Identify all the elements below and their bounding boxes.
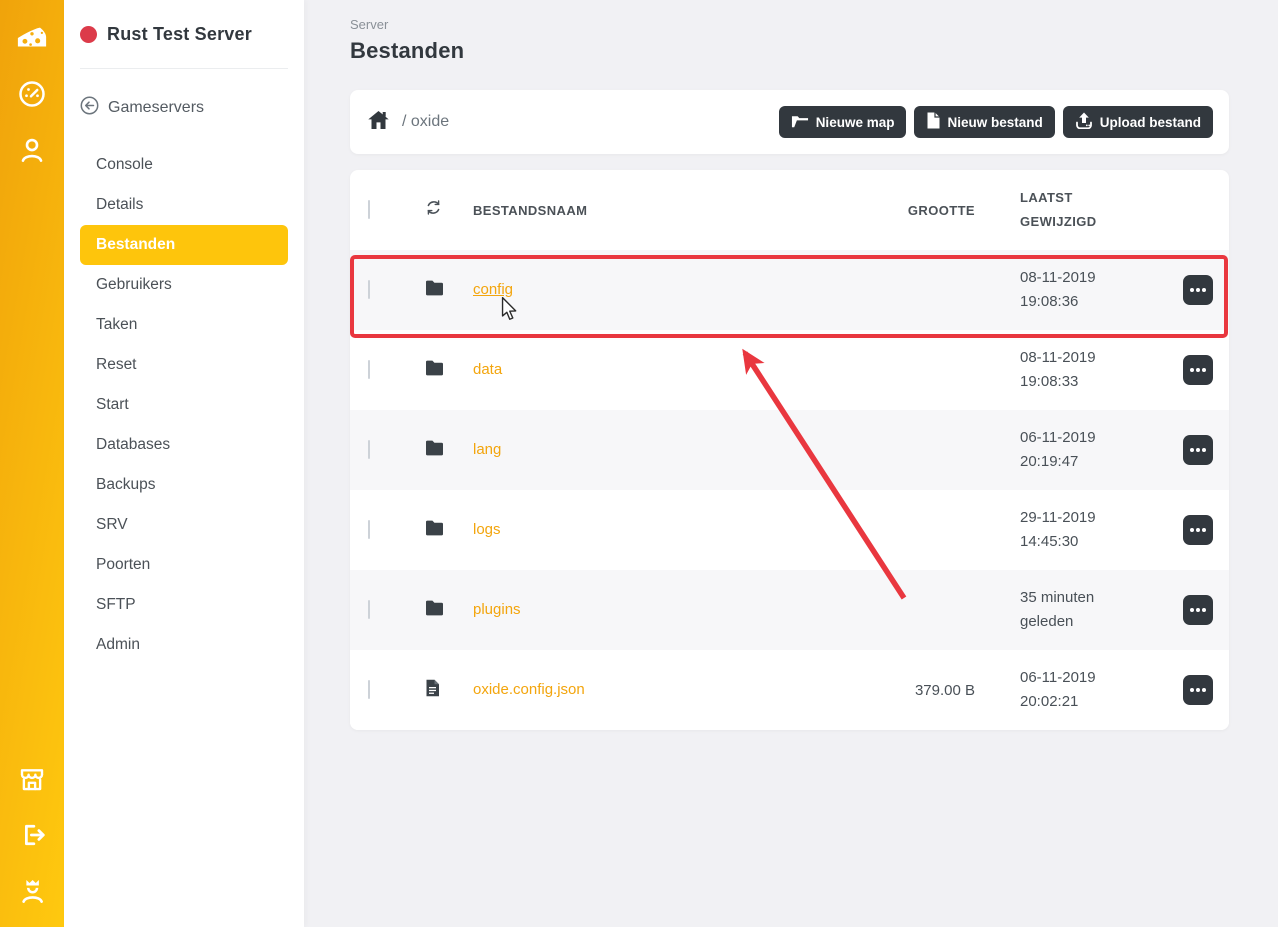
- main-content: Server Bestanden / oxide Nieuwe map Nieu…: [304, 0, 1278, 927]
- table-row-plugins: plugins 35 minuten geleden: [350, 570, 1229, 650]
- server-name: Rust Test Server: [107, 23, 252, 44]
- table-header-row: BESTANDSNAAM GROOTTE LAATST GEWIJZIGD: [350, 170, 1229, 250]
- nav-item-details[interactable]: Details: [80, 185, 288, 225]
- row-checkbox[interactable]: [368, 280, 370, 299]
- file-size: 379.00 B: [914, 681, 975, 699]
- new-file-button[interactable]: Nieuw bestand: [914, 106, 1055, 138]
- file-modified: 08-11-2019 19:08:36: [1020, 269, 1096, 310]
- user-account-icon[interactable]: [16, 134, 48, 166]
- row-checkbox[interactable]: [368, 600, 370, 619]
- row-checkbox[interactable]: [368, 680, 370, 699]
- table-row-config: config 08-11-2019 19:08:36: [350, 250, 1229, 330]
- nav-item-taken[interactable]: Taken: [80, 305, 288, 345]
- admin-user-icon[interactable]: [16, 875, 48, 907]
- row-actions-button[interactable]: [1183, 515, 1213, 545]
- file-table: BESTANDSNAAM GROOTTE LAATST GEWIJZIGD co…: [350, 170, 1229, 730]
- nav-item-sftp[interactable]: SFTP: [80, 585, 288, 625]
- page-title: Bestanden: [350, 38, 465, 63]
- breadcrumb[interactable]: / oxide: [402, 113, 449, 131]
- nav-item-srv[interactable]: SRV: [80, 505, 288, 545]
- page-eyebrow: Server: [350, 17, 389, 32]
- file-link[interactable]: lang: [473, 441, 501, 458]
- nav-item-backups[interactable]: Backups: [80, 465, 288, 505]
- cheese-logo-icon[interactable]: [16, 22, 48, 54]
- server-header: Rust Test Server: [64, 0, 304, 68]
- refresh-icon[interactable]: [425, 199, 473, 221]
- file-modified: 06-11-2019 20:02:21: [1020, 669, 1096, 710]
- sidebar-divider: [80, 68, 288, 69]
- row-actions-button[interactable]: [1183, 355, 1213, 385]
- upload-file-button[interactable]: Upload bestand: [1062, 106, 1213, 138]
- folder-open-icon: [791, 113, 809, 132]
- dashboard-gauge-icon[interactable]: [16, 78, 48, 110]
- row-actions-button[interactable]: [1183, 675, 1213, 705]
- file-modified: 29-11-2019 14:45:30: [1020, 509, 1096, 550]
- folder-icon: [425, 360, 473, 381]
- nav-item-poorten[interactable]: Poorten: [80, 545, 288, 585]
- icon-rail: [0, 0, 64, 927]
- upload-file-label: Upload bestand: [1099, 114, 1201, 130]
- nav-item-gebruikers[interactable]: Gebruikers: [80, 265, 288, 305]
- file-toolbar: / oxide Nieuwe map Nieuw bestand Upload …: [350, 90, 1229, 154]
- row-checkbox[interactable]: [368, 440, 370, 459]
- column-header-modified[interactable]: LAATST GEWIJZIGD: [1020, 186, 1132, 234]
- select-all-checkbox[interactable]: [368, 200, 370, 219]
- nav-item-databases[interactable]: Databases: [80, 425, 288, 465]
- file-link[interactable]: data: [473, 361, 502, 378]
- row-checkbox[interactable]: [368, 360, 370, 379]
- folder-icon: [425, 280, 473, 301]
- file-link[interactable]: config: [473, 281, 513, 298]
- server-nav: Console Details Bestanden Gebruikers Tak…: [64, 145, 304, 665]
- home-icon[interactable]: [366, 108, 391, 137]
- row-actions-button[interactable]: [1183, 275, 1213, 305]
- row-actions-button[interactable]: [1183, 435, 1213, 465]
- table-row-oxide-config-json: oxide.config.json 379.00 B 06-11-2019 20:…: [350, 650, 1229, 730]
- nav-item-start[interactable]: Start: [80, 385, 288, 425]
- file-link[interactable]: plugins: [473, 601, 521, 618]
- column-header-name[interactable]: BESTANDSNAAM: [473, 203, 865, 218]
- file-lines-icon: [425, 679, 473, 702]
- file-icon: [926, 112, 940, 132]
- folder-icon: [425, 440, 473, 461]
- server-status-dot: [80, 25, 97, 43]
- row-checkbox[interactable]: [368, 520, 370, 539]
- upload-icon: [1075, 112, 1093, 132]
- back-to-gameservers-link[interactable]: Gameservers: [80, 96, 288, 120]
- table-row-lang: lang 06-11-2019 20:19:47: [350, 410, 1229, 490]
- nav-item-bestanden[interactable]: Bestanden: [80, 225, 288, 265]
- column-header-size[interactable]: GROOTTE: [865, 203, 975, 218]
- folder-icon: [425, 520, 473, 541]
- new-file-label: Nieuw bestand: [947, 114, 1043, 130]
- file-modified: 06-11-2019 20:19:47: [1020, 429, 1096, 470]
- nav-item-console[interactable]: Console: [80, 145, 288, 185]
- file-link[interactable]: logs: [473, 521, 501, 538]
- nav-item-admin[interactable]: Admin: [80, 625, 288, 665]
- new-folder-label: Nieuwe map: [815, 114, 895, 130]
- server-sidebar: Rust Test Server Gameservers Console Det…: [64, 0, 304, 927]
- folder-icon: [425, 600, 473, 621]
- file-link[interactable]: oxide.config.json: [473, 681, 585, 698]
- new-folder-button[interactable]: Nieuwe map: [778, 106, 907, 138]
- row-actions-button[interactable]: [1183, 595, 1213, 625]
- table-row-logs: logs 29-11-2019 14:45:30: [350, 490, 1229, 570]
- store-icon[interactable]: [16, 763, 48, 795]
- file-modified: 08-11-2019 19:08:33: [1020, 349, 1096, 390]
- logout-icon[interactable]: [16, 819, 48, 851]
- back-arrow-icon: [80, 96, 99, 120]
- back-link-label: Gameservers: [108, 99, 205, 116]
- table-row-data: data 08-11-2019 19:08:33: [350, 330, 1229, 410]
- file-modified: 35 minuten geleden: [1020, 589, 1095, 630]
- nav-item-reset[interactable]: Reset: [80, 345, 288, 385]
